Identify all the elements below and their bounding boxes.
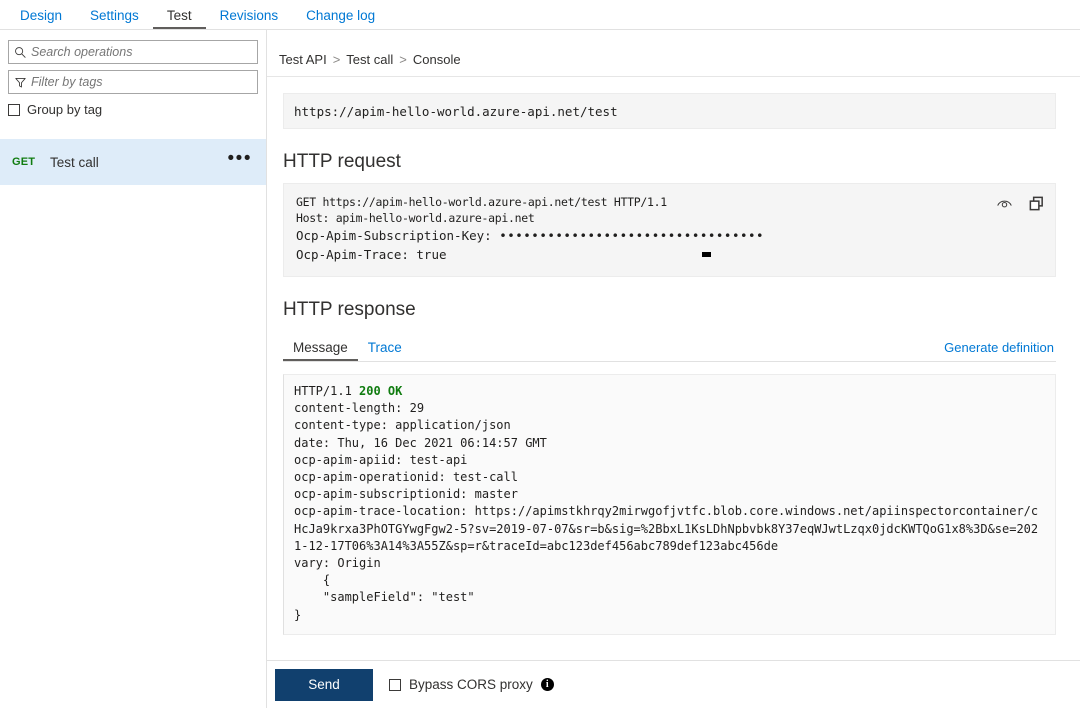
operation-row-test-call[interactable]: GET Test call ••• [0, 139, 266, 185]
breadcrumb-separator: > [332, 51, 341, 67]
bypass-cors-checkbox[interactable] [389, 678, 401, 691]
response-tab-bar: Message Trace Generate definition [283, 331, 1056, 362]
http-response-title: HTTP response [283, 299, 416, 320]
response-header-content-type: content-type: application/json [294, 418, 511, 433]
send-button[interactable]: Send [275, 668, 373, 701]
operations-sidebar: Search operations Filter by tags Group b… [0, 30, 267, 708]
search-icon [9, 46, 31, 59]
api-tab-bar: Design Settings Test Revisions Change lo… [0, 0, 1080, 30]
filter-icon [9, 76, 31, 89]
operation-method-badge: GET [12, 156, 36, 168]
request-url-text: https://apim-hello-world.azure-api.net/t… [294, 103, 618, 119]
request-line-host: Host: apim-hello-world.azure-api.net [296, 211, 535, 225]
subscription-key-masked-value: ••••••••••••••••••••••••••••••••• [499, 228, 765, 243]
request-line-method: GET https://apim-hello-world.azure-api.n… [296, 195, 667, 209]
console-content: Test API > Test call > Console https://a… [267, 30, 1080, 708]
response-body-panel[interactable]: HTTP/1.1 200 OK content-length: 29 conte… [283, 374, 1056, 635]
group-by-tag-checkbox[interactable] [8, 103, 20, 116]
search-operations-placeholder: Search operations [31, 45, 133, 59]
main-layout: Search operations Filter by tags Group b… [0, 30, 1080, 708]
tab-settings[interactable]: Settings [76, 8, 153, 30]
breadcrumb-item-console: Console [412, 51, 461, 67]
breadcrumb-item-operation[interactable]: Test call [346, 52, 393, 67]
operations-list: GET Test call ••• [0, 139, 266, 185]
breadcrumb: Test API > Test call > Console [267, 44, 1080, 77]
response-header-operationid: ocp-apim-operationid: test-call [294, 470, 518, 485]
response-header-content-length: content-length: 29 [294, 401, 425, 416]
response-status-line: HTTP/1.1 200 OK [294, 383, 1045, 400]
request-actions [995, 194, 1045, 212]
response-status-prefix: HTTP/1.1 [294, 384, 360, 398]
filter-by-tags-placeholder: Filter by tags [31, 75, 103, 89]
http-request-title: HTTP request [283, 151, 401, 172]
request-url-bar[interactable]: https://apim-hello-world.azure-api.net/t… [283, 93, 1056, 129]
response-body-json: { "sampleField": "test" } [294, 573, 475, 622]
copy-icon[interactable] [1027, 194, 1045, 212]
tab-trace[interactable]: Trace [358, 340, 412, 362]
eye-icon[interactable] [995, 194, 1013, 212]
request-line-subscription-key: Ocp-Apim-Subscription-Key: •••••••••••••… [296, 226, 1043, 245]
breadcrumb-separator: > [399, 51, 407, 67]
breadcrumb-item-api[interactable]: Test API [279, 52, 327, 67]
group-by-tag-row[interactable]: Group by tag [8, 102, 266, 117]
request-line-trace: Ocp-Apim-Trace: true [296, 247, 447, 262]
generate-definition-link[interactable]: Generate definition [944, 340, 1056, 361]
response-header-apiid: ocp-apim-apiid: test-api [294, 452, 468, 467]
http-request-panel: GET https://apim-hello-world.azure-api.n… [283, 183, 1056, 277]
response-header-subscriptionid: ocp-apim-subscriptionid: master [294, 487, 518, 502]
filter-by-tags-input[interactable]: Filter by tags [8, 70, 258, 94]
bypass-cors-label: Bypass CORS proxy [409, 677, 533, 692]
response-header-date: date: Thu, 16 Dec 2021 06:14:57 GMT [294, 435, 547, 450]
response-status-code: 200 OK [359, 384, 403, 398]
response-header-trace-location: ocp-apim-trace-location: https://apimstk… [294, 504, 1039, 553]
info-icon[interactable]: i [540, 678, 554, 691]
console-footer: Send Bypass CORS proxy i [267, 660, 1080, 708]
console-scroll-area: https://apim-hello-world.azure-api.net/t… [267, 93, 1080, 635]
text-caret [702, 252, 711, 257]
subscription-key-label: Ocp-Apim-Subscription-Key: [296, 228, 500, 243]
tab-revisions[interactable]: Revisions [206, 8, 293, 30]
bypass-cors-row[interactable]: Bypass CORS proxy i [389, 677, 554, 692]
tab-design[interactable]: Design [6, 8, 76, 30]
tab-message[interactable]: Message [283, 340, 358, 361]
group-by-tag-label: Group by tag [27, 102, 103, 117]
search-operations-input[interactable]: Search operations [8, 40, 258, 64]
tab-test[interactable]: Test [152, 8, 206, 29]
operation-name-label: Test call [50, 154, 99, 170]
tab-change-log[interactable]: Change log [292, 8, 389, 30]
response-header-vary: vary: Origin [294, 556, 381, 571]
operation-more-menu-icon[interactable]: ••• [228, 149, 252, 170]
